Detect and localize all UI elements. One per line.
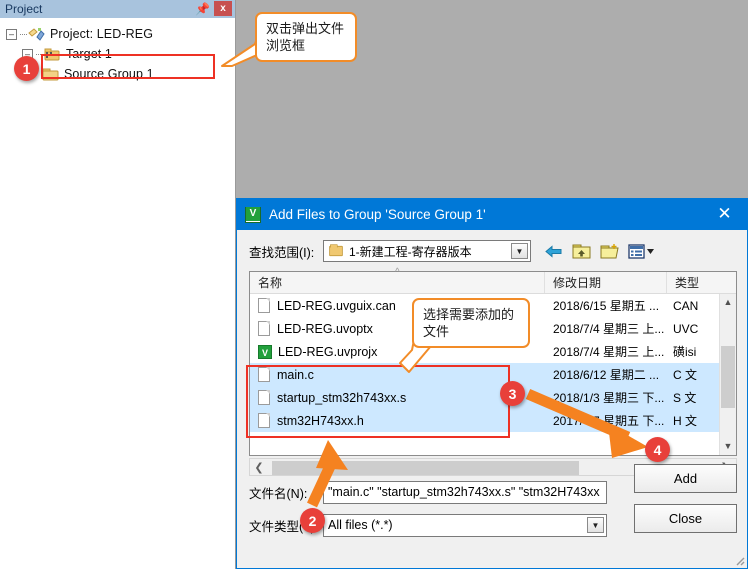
file-name-label: stm32H743xx.h — [277, 413, 364, 428]
new-folder-icon[interactable] — [599, 242, 620, 261]
callout-line-1: 双击弹出文件 — [266, 21, 345, 36]
file-date-cell: 2018/7/4 星期三 上... — [553, 345, 665, 359]
file-icon — [258, 367, 270, 382]
file-type-cell: S 文 — [673, 391, 697, 405]
file-type-select[interactable]: All files (*.*) ▼ — [323, 514, 607, 537]
file-date-cell: 2017/4/7 星期五 下... — [553, 414, 665, 428]
chevron-down-icon[interactable]: ▼ — [511, 243, 528, 259]
column-header-type[interactable]: 类型 — [667, 272, 719, 293]
step-badge-1: 1 — [14, 56, 39, 81]
sort-ascending-icon: ^ — [395, 267, 400, 278]
file-name-label: 文件名(N): — [249, 487, 308, 501]
uvision-file-icon: V — [258, 344, 272, 359]
look-in-label: 查找范围(I): — [249, 245, 315, 260]
add-button[interactable]: Add — [634, 464, 737, 493]
project-titlebar: Project 📌 x — [0, 0, 235, 18]
file-list-header: 名称 修改日期 类型 ^ — [250, 267, 736, 294]
file-name-label: LED-REG.uvprojx — [278, 344, 378, 359]
file-name-cell: stm32H743xx.h — [250, 413, 545, 428]
close-panel-button[interactable]: x — [214, 1, 232, 16]
file-name-label: startup_stm32h743xx.s — [277, 390, 407, 405]
file-type-cell: H 文 — [673, 414, 698, 428]
chevron-up-icon[interactable]: ▲ — [720, 294, 736, 311]
chevron-left-icon[interactable]: ❮ — [250, 461, 268, 474]
tree-connector — [36, 53, 43, 55]
vertical-scrollbar[interactable]: ▲ ▼ — [719, 294, 736, 455]
file-icon — [258, 321, 270, 336]
project-icon — [28, 27, 45, 42]
tree-item-label: Project: LED-REG — [50, 27, 154, 41]
uvision-icon — [245, 206, 261, 223]
file-list-row[interactable]: startup_stm32h743xx.s 2018/1/3 星期三 下... S … — [250, 386, 736, 409]
tree-item-label: Source Group 1 — [64, 67, 154, 81]
close-button[interactable]: Close — [634, 504, 737, 533]
look-in-combobox[interactable]: 1-新建工程-寄存器版本 ▼ — [323, 240, 531, 262]
file-list-row[interactable]: main.c 2018/6/12 星期二 ... C 文 — [250, 363, 736, 386]
file-icon — [258, 390, 270, 405]
dialog-title: Add Files to Group 'Source Group 1' — [269, 207, 486, 222]
callout-double-click-hint: 双击弹出文件 浏览框 — [255, 12, 357, 62]
callout-line-1: 选择需要添加的 — [423, 307, 515, 322]
project-panel-title: Project — [5, 2, 43, 16]
file-date-cell: 2018/7/4 星期三 上... — [553, 322, 665, 336]
file-date-cell: 2018/6/12 星期二 ... — [553, 368, 660, 382]
file-name-row: 文件名(N): "main.c" "startup_stm32h743xx.s"… — [249, 481, 607, 504]
file-type-cell: 磺isi — [673, 345, 697, 359]
callout-line-2: 浏览框 — [266, 38, 306, 53]
step-badge-3: 3 — [500, 381, 525, 406]
dialog-nav-toolbar — [543, 242, 656, 261]
file-date-cell: 2018/6/15 星期五 ... — [553, 299, 660, 313]
chevron-down-icon[interactable]: ▼ — [720, 438, 736, 455]
step-badge-4: 4 — [645, 437, 670, 462]
expander-icon[interactable]: – — [6, 28, 17, 40]
chevron-down-icon[interactable]: ▼ — [587, 517, 604, 533]
pin-icon[interactable]: 📌 — [195, 2, 210, 16]
project-panel: Project 📌 x – Project: LED-REG – Target … — [0, 0, 236, 569]
file-icon — [258, 298, 270, 313]
up-folder-icon[interactable] — [571, 242, 592, 261]
look-in-value: 1-新建工程-寄存器版本 — [349, 244, 472, 259]
step-badge-2: 2 — [300, 508, 325, 533]
file-type-cell: CAN — [673, 298, 699, 313]
file-icon — [258, 413, 270, 428]
file-type-value: All files (*.*) — [328, 518, 393, 532]
view-mode-icon[interactable] — [627, 242, 656, 261]
file-date-cell: 2018/1/3 星期三 下... — [553, 391, 665, 405]
callout-line-2: 文件 — [423, 324, 450, 339]
file-name-label: LED-REG.uvguix.can — [277, 298, 396, 313]
folder-icon — [329, 244, 343, 257]
callout-select-files-hint: 选择需要添加的 文件 — [412, 298, 530, 348]
file-type-cell: UVC — [673, 321, 699, 336]
look-in-row: 查找范围(I): 1-新建工程-寄存器版本 ▼ — [237, 234, 747, 268]
back-arrow-icon[interactable] — [543, 242, 564, 261]
target-folder-icon — [44, 47, 61, 62]
tree-connector — [20, 33, 27, 35]
folder-icon — [42, 67, 59, 82]
file-type-cell: C 文 — [673, 368, 698, 382]
file-name-cell: main.c — [250, 367, 545, 382]
tree-item-label: Target 1 — [66, 47, 112, 61]
column-header-date[interactable]: 修改日期 — [545, 272, 667, 293]
file-name-input[interactable]: "main.c" "startup_stm32h743xx.s" "stm32H… — [323, 481, 607, 504]
file-name-label: main.c — [277, 367, 314, 382]
horizontal-scroll-thumb[interactable] — [272, 461, 579, 475]
file-name-label: LED-REG.uvoptx — [277, 321, 373, 336]
file-list-row[interactable]: stm32H743xx.h 2017/4/7 星期五 下... H 文 — [250, 409, 736, 432]
tree-item-project[interactable]: – Project: LED-REG — [0, 24, 235, 44]
resize-grip[interactable] — [732, 553, 745, 566]
dialog-titlebar: Add Files to Group 'Source Group 1' ✕ — [237, 199, 747, 230]
vertical-scroll-thumb[interactable] — [721, 346, 735, 408]
close-icon[interactable]: ✕ — [702, 199, 747, 230]
